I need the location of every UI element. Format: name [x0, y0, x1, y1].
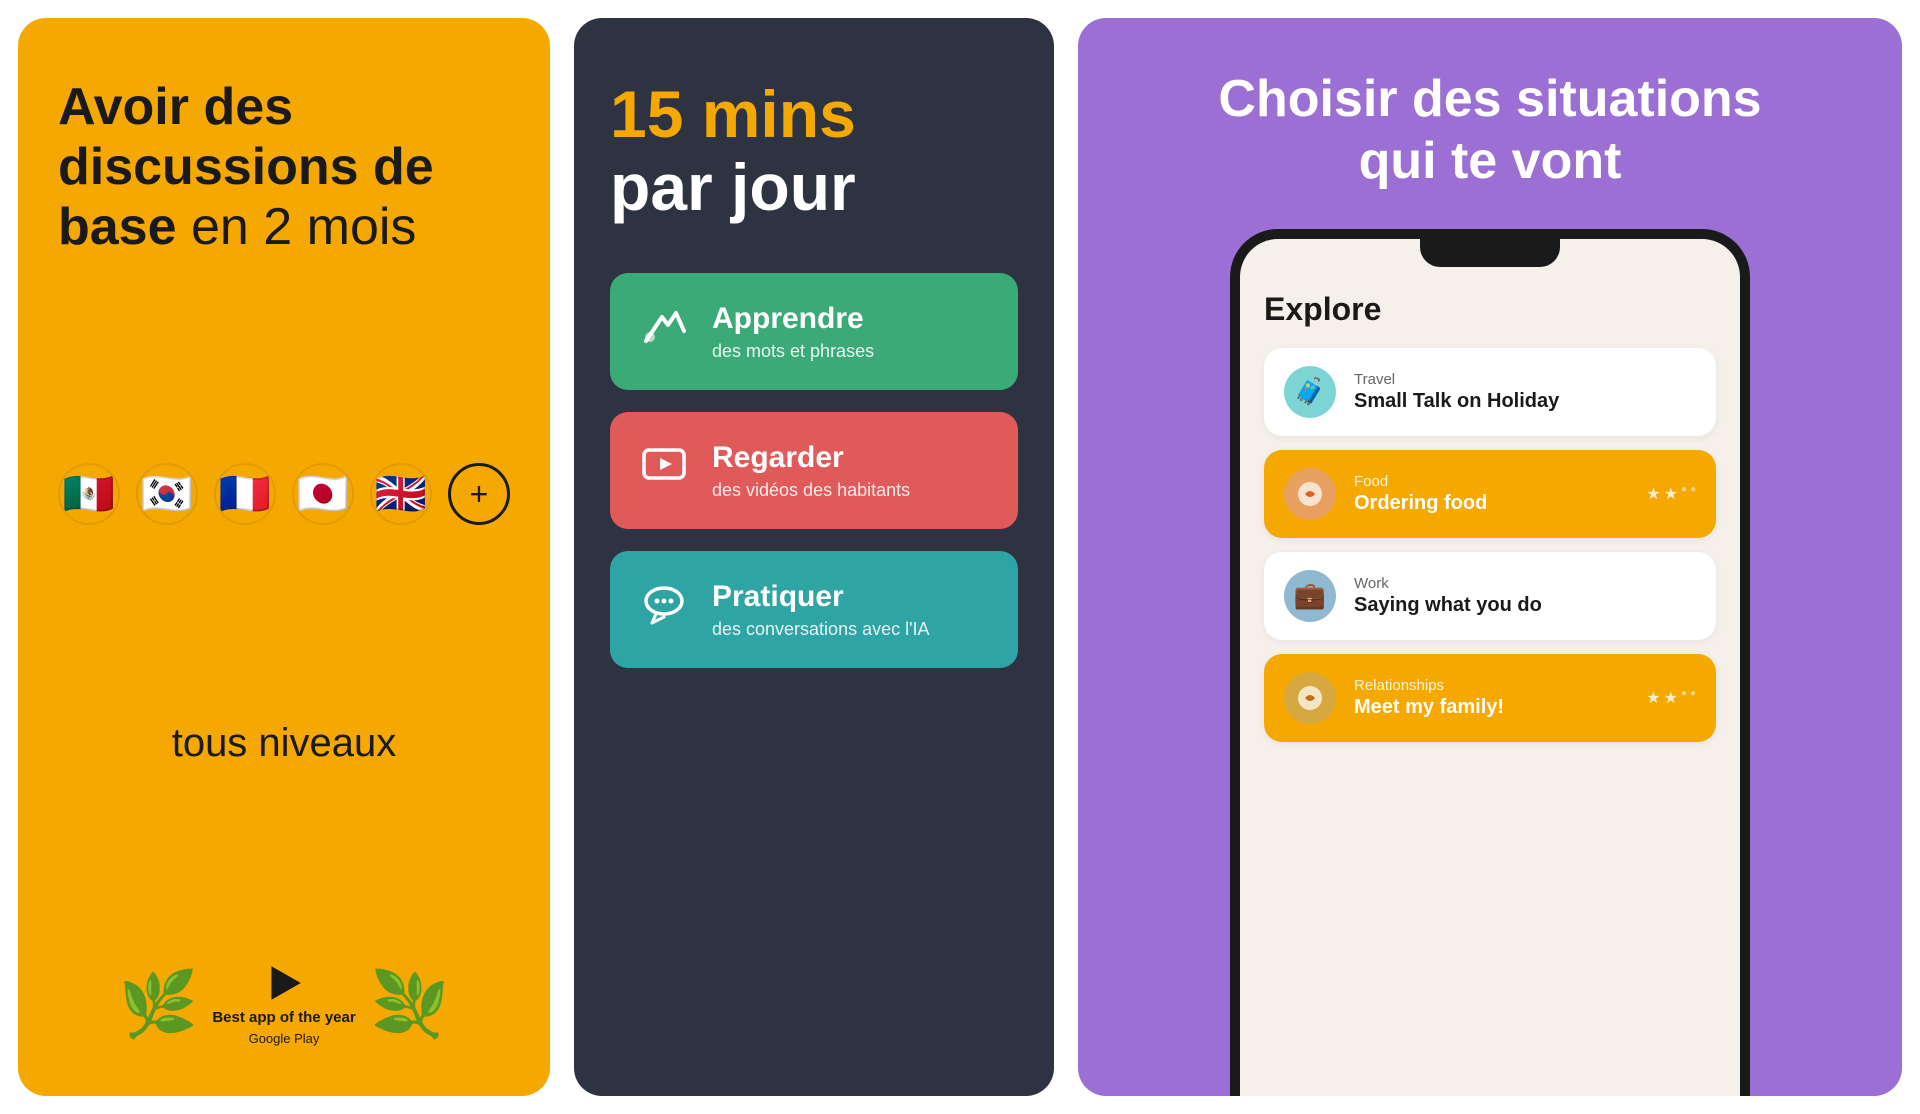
food-category: Food: [1354, 473, 1487, 490]
flag-france: 🇫🇷: [214, 463, 276, 525]
feature-desc-practice: des conversations avec l'IA: [712, 619, 930, 640]
purple-title-line1: Choisir des situations: [1218, 70, 1761, 128]
flags-row: 🇲🇽 🇰🇷 🇫🇷 🇯🇵 🇬🇧 +: [58, 463, 510, 525]
rel-dot: ●: [1681, 688, 1687, 708]
tous-niveaux-text: tous niveaux: [172, 721, 397, 766]
travel-name: Small Talk on Holiday: [1354, 390, 1559, 413]
star1: ★: [1646, 484, 1660, 504]
time-title: 15 mins par jour: [610, 78, 1018, 223]
food-text: Food Ordering food: [1354, 473, 1487, 515]
panel-dark: 15 mins par jour Apprendre des mots et p…: [574, 18, 1054, 1096]
relationships-icon-circle: [1284, 672, 1336, 724]
work-icon-circle: 💼: [1284, 570, 1336, 622]
practice-icon: [638, 581, 690, 639]
rel-star2: ★: [1664, 688, 1678, 708]
award-line2: Google Play: [249, 1031, 320, 1046]
feature-title-practice: Pratiquer: [712, 579, 930, 615]
panel-purple: Choisir des situations qui te vont Explo…: [1078, 18, 1902, 1096]
travel-icon-circle: 🧳: [1284, 366, 1336, 418]
award-line1: Best app of the year: [212, 1008, 355, 1028]
phone-mockup: Explore 🧳 Travel Small Talk on Holiday: [1230, 229, 1750, 1096]
feature-text-practice: Pratiquer des conversations avec l'IA: [712, 579, 930, 640]
phone-content: Explore 🧳 Travel Small Talk on Holiday: [1240, 267, 1740, 1096]
time-normal-text: par jour: [610, 151, 1018, 224]
purple-title-line2: qui te vont: [1359, 132, 1622, 190]
food-icon-circle: [1284, 468, 1336, 520]
laurel-award: 🌿 Best app of the year Google Play 🌿: [119, 962, 450, 1047]
panel1-headline: Avoir des discussions de base en 2 mois: [58, 78, 510, 257]
topic-card-work[interactable]: 💼 Work Saying what you do: [1264, 552, 1716, 640]
feature-title-watch: Regarder: [712, 440, 910, 476]
work-name: Saying what you do: [1354, 594, 1542, 617]
laurel-left-icon: 🌿: [119, 972, 199, 1036]
star2: ★: [1664, 484, 1678, 504]
feature-desc-learn: des mots et phrases: [712, 341, 874, 362]
feature-desc-watch: des vidéos des habitants: [712, 480, 910, 501]
food-stars: ★ ★ ● ●: [1646, 484, 1696, 504]
flag-uk: 🇬🇧: [370, 463, 432, 525]
food-name: Ordering food: [1354, 492, 1487, 515]
work-category: Work: [1354, 575, 1542, 592]
topic-card-travel[interactable]: 🧳 Travel Small Talk on Holiday: [1264, 348, 1716, 436]
feature-text-learn: Apprendre des mots et phrases: [712, 301, 874, 362]
topic-card-relationships[interactable]: Relationships Meet my family! ★ ★ ● ●: [1264, 654, 1716, 742]
relationships-stars: ★ ★ ● ●: [1646, 688, 1696, 708]
rel-star1: ★: [1646, 688, 1660, 708]
more-languages-button[interactable]: +: [448, 463, 510, 525]
flag-korea: 🇰🇷: [136, 463, 198, 525]
relationships-name: Meet my family!: [1354, 696, 1504, 719]
work-text: Work Saying what you do: [1354, 575, 1542, 617]
phone-notch: [1420, 239, 1560, 267]
purple-title: Choisir des situations qui te vont: [1218, 68, 1761, 193]
learn-icon: [638, 303, 690, 361]
relationships-text: Relationships Meet my family!: [1354, 677, 1504, 719]
travel-text: Travel Small Talk on Holiday: [1354, 371, 1559, 413]
google-play-icon: [263, 962, 305, 1004]
feature-card-learn[interactable]: Apprendre des mots et phrases: [610, 273, 1018, 390]
feature-card-watch[interactable]: Regarder des vidéos des habitants: [610, 412, 1018, 529]
award-section: 🌿 Best app of the year Google Play 🌿: [119, 962, 450, 1047]
dot2: ●: [1690, 484, 1696, 504]
laurel-right-icon: 🌿: [370, 972, 450, 1036]
topic-card-food[interactable]: Food Ordering food ★ ★ ● ●: [1264, 450, 1716, 538]
panel-yellow: Avoir des discussions de base en 2 mois …: [18, 18, 550, 1096]
time-highlight-text: 15 mins: [610, 78, 1018, 151]
feature-text-watch: Regarder des vidéos des habitants: [712, 440, 910, 501]
flag-mexico: 🇲🇽: [58, 463, 120, 525]
relationships-category: Relationships: [1354, 677, 1504, 694]
panel1-headline-normal: en 2 mois: [177, 198, 417, 256]
flag-japan: 🇯🇵: [292, 463, 354, 525]
award-content: Best app of the year Google Play: [212, 962, 355, 1047]
dot: ●: [1681, 484, 1687, 504]
watch-icon: [638, 442, 690, 500]
feature-title-learn: Apprendre: [712, 301, 874, 337]
rel-dot2: ●: [1690, 688, 1696, 708]
explore-title: Explore: [1264, 291, 1716, 328]
feature-card-practice[interactable]: Pratiquer des conversations avec l'IA: [610, 551, 1018, 668]
travel-category: Travel: [1354, 371, 1559, 388]
